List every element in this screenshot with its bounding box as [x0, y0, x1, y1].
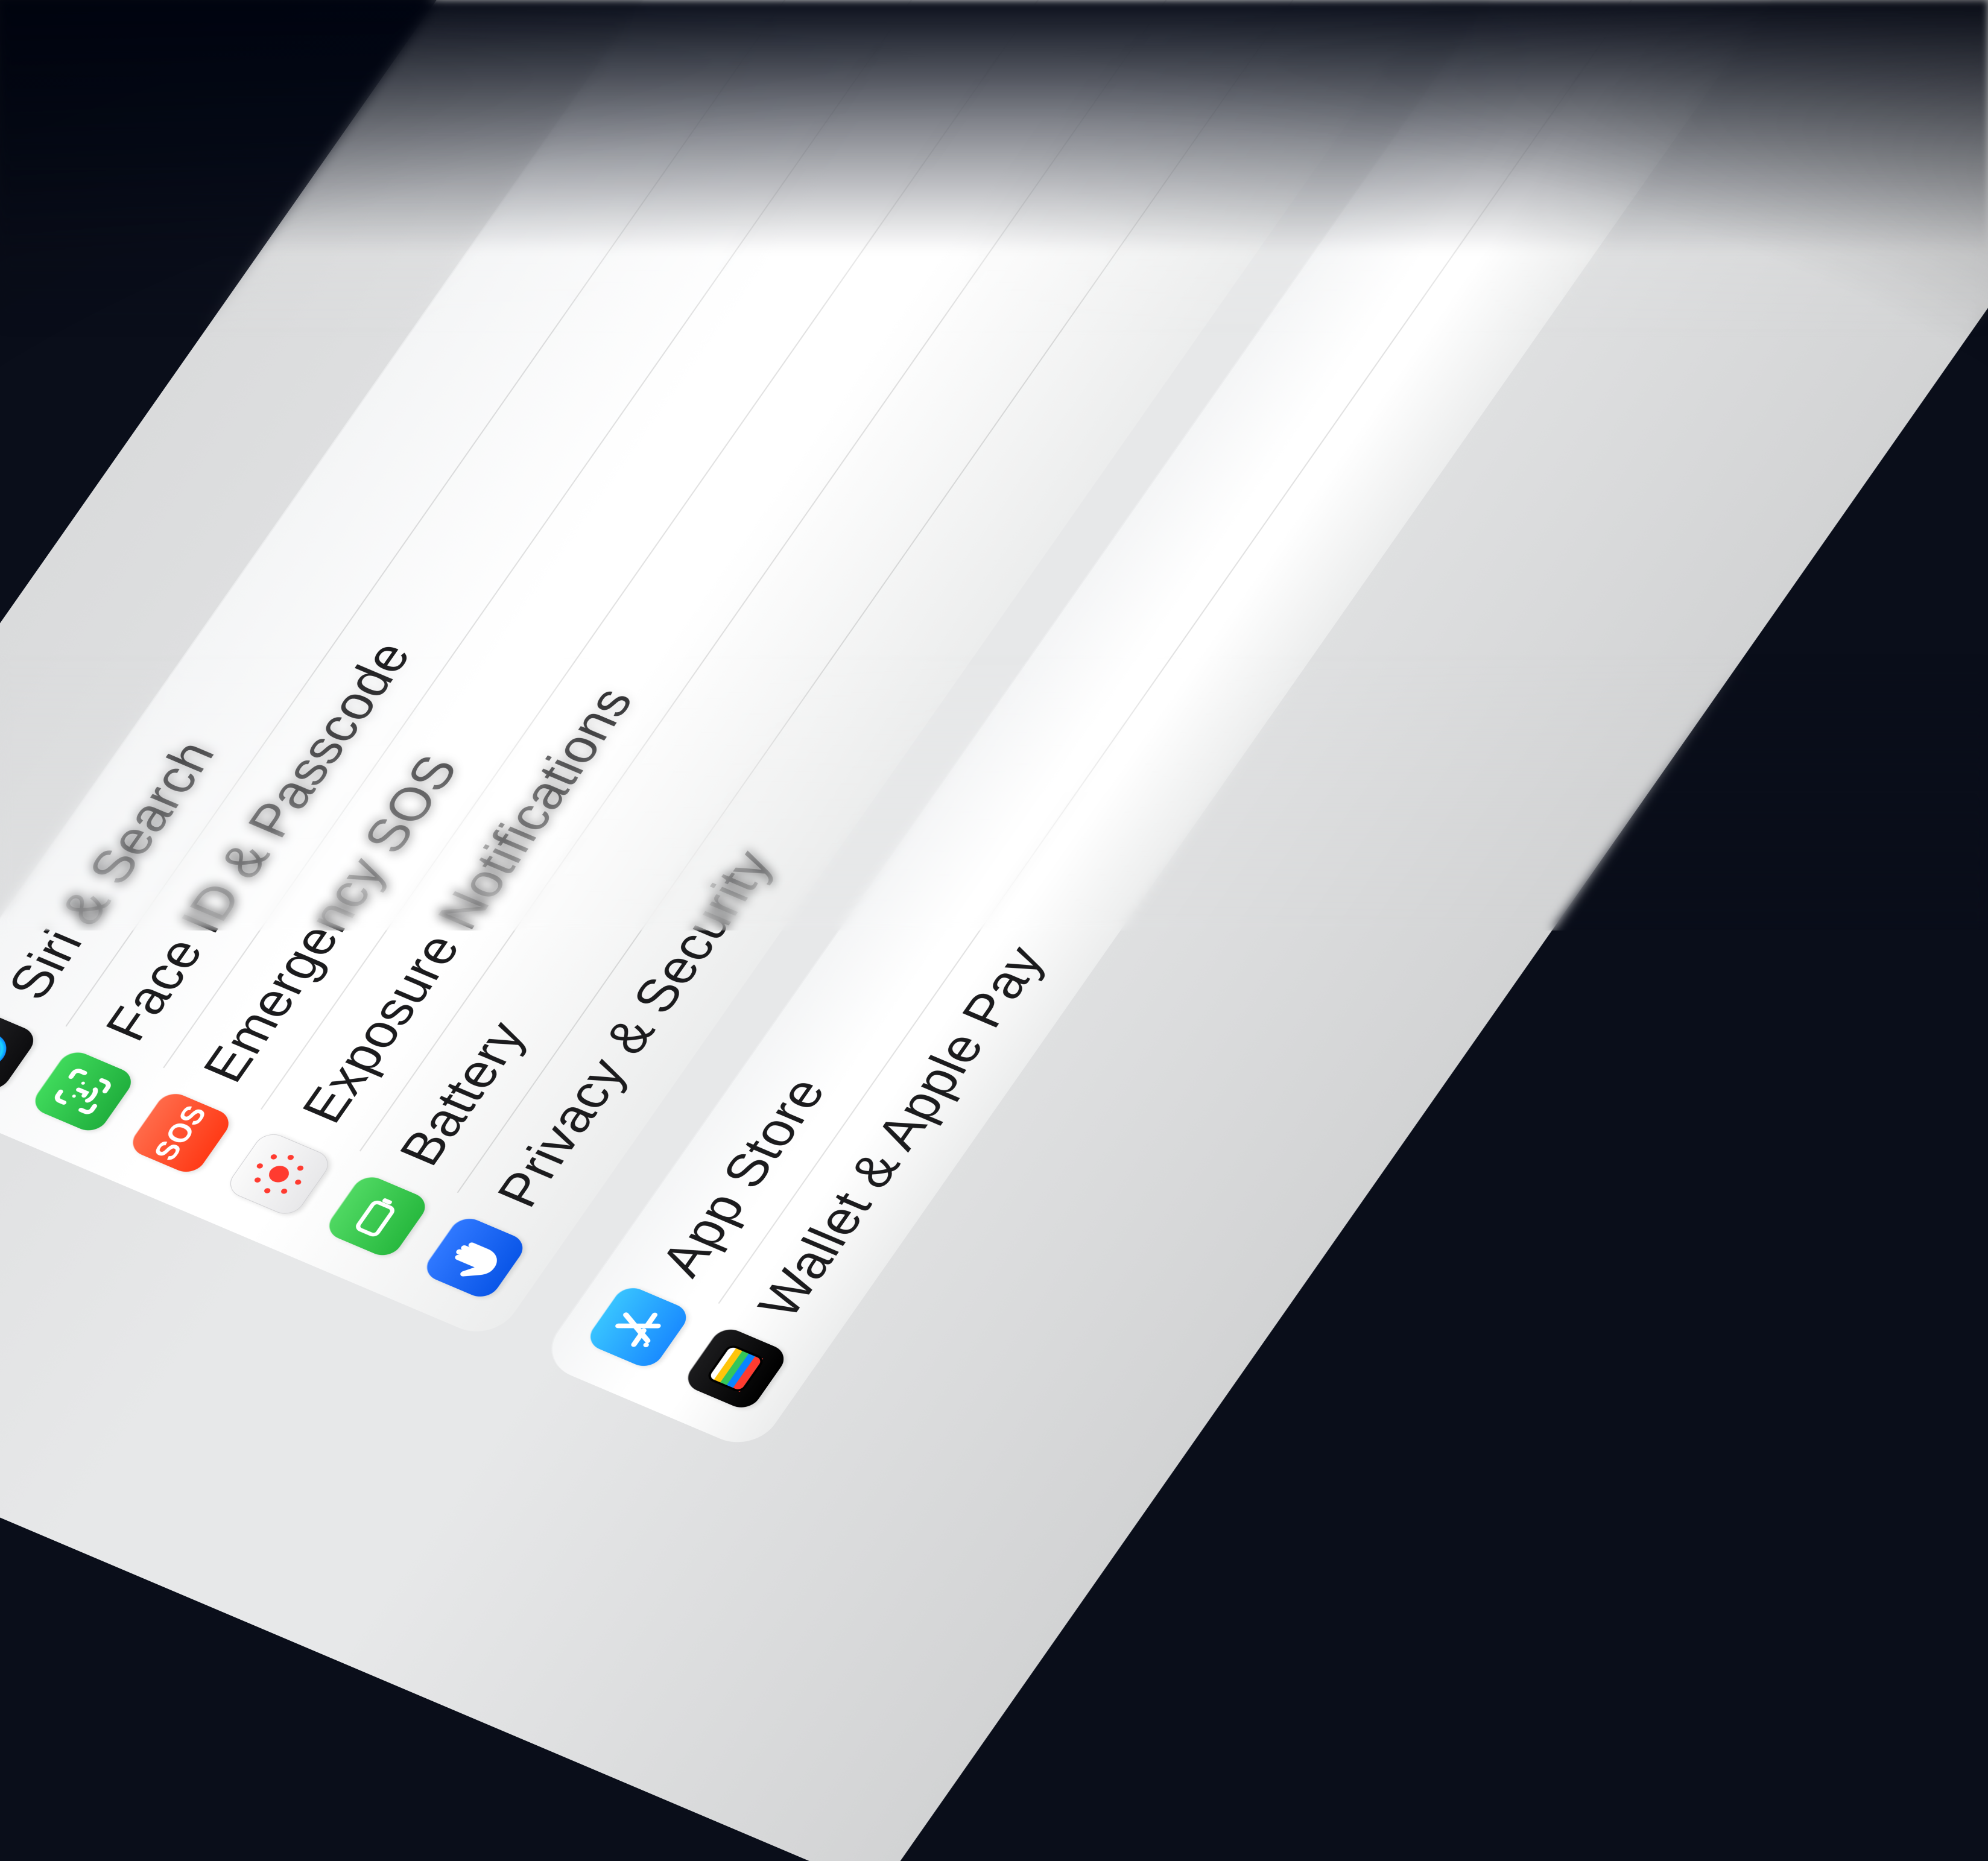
faceid-icon [28, 1047, 138, 1135]
settings-screen-photo: Siri & Search Face ID & Passcode SOS Eme… [0, 0, 1988, 1861]
battery-icon [322, 1172, 432, 1260]
sos-icon: SOS [126, 1088, 236, 1177]
exposure-icon [223, 1129, 335, 1219]
wallet-icon [681, 1324, 791, 1412]
appstore-icon [583, 1283, 693, 1371]
sos-text: SOS [147, 1100, 215, 1164]
hand-icon [420, 1213, 530, 1301]
